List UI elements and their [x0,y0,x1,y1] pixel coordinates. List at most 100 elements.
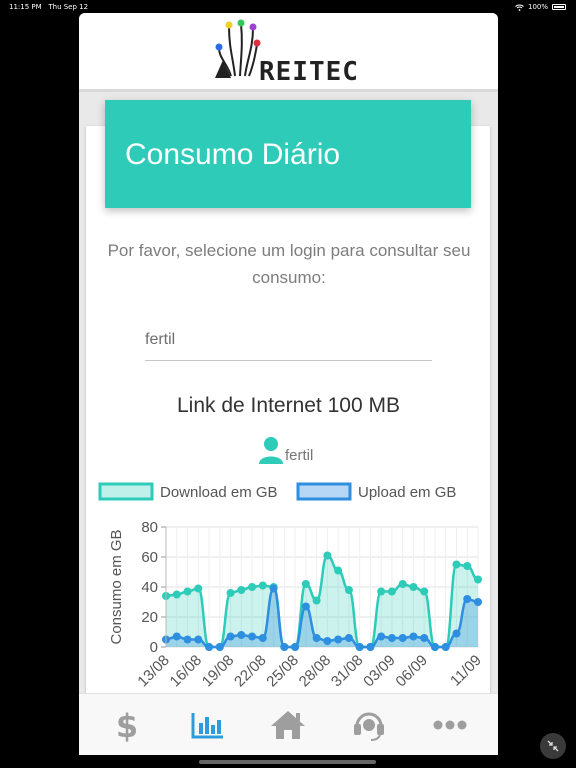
login-field[interactable] [145,329,432,361]
upload-point [258,634,267,642]
home-indicator [199,760,376,764]
bottom-nav: $ [79,693,498,755]
upload-point [194,635,203,644]
y-tick-label: 40 [141,579,158,596]
download-point [377,587,386,596]
x-tick-label: 31/08 [328,652,367,691]
nav-consumption[interactable] [183,705,233,745]
upload-point [301,602,310,611]
reitec-logo: REITEC [215,19,359,86]
battery-percent: 100% [527,3,548,11]
download-point [183,587,192,596]
download-point [474,575,482,584]
upload-point [172,632,181,641]
consumption-chart: Download em GB Upload em GB Consumo em G… [98,482,483,691]
download-point [312,596,321,605]
download-point [172,590,181,599]
upload-point [377,632,386,641]
x-tick-label: 06/09 [392,652,431,691]
wifi-icon [515,4,524,11]
app-header: REITEC [79,13,498,92]
download-point [463,562,472,570]
upload-point [280,643,289,651]
y-axis-label: Consumo em GB [108,529,125,644]
card-header: Consumo Diário [105,100,471,208]
app-window: REITEC Consumo Diário Por favor, selecio… [79,13,498,755]
download-point [387,587,396,596]
x-tick-label: 13/08 [134,652,173,691]
x-tick-label: 25/08 [263,652,302,691]
page-title: Consumo Diário [125,138,341,171]
download-point [323,551,332,560]
download-point [409,583,418,591]
bar-chart-icon [191,712,223,738]
collapse-icon [547,740,559,752]
upload-point [226,632,235,641]
legend-upload-swatch [296,482,352,501]
status-right: 100% [515,3,566,11]
upload-point [463,595,472,603]
upload-point [366,643,375,651]
user-icon [259,437,283,464]
chart-user: fertil [259,436,313,464]
download-point [452,560,461,569]
upload-point [291,643,300,651]
status-bar: 11:15 PM Thu Sep 12 100% [0,0,576,13]
download-point [237,586,246,594]
logo-text: REITEC [259,57,359,86]
nav-support[interactable] [344,705,394,745]
download-point [344,586,353,594]
nav-billing[interactable]: $ [102,705,152,745]
download-point [194,584,203,593]
legend-upload-label: Upload em GB [358,484,456,501]
download-point [248,583,257,591]
upload-point [387,634,396,642]
download-point [420,587,429,596]
legend-download-label: Download em GB [160,484,278,501]
x-tick-label: 19/08 [199,652,238,691]
upload-point [430,643,439,651]
y-tick-label: 0 [150,639,158,656]
upload-point [312,634,321,642]
download-point [301,580,310,588]
upload-point [237,631,246,639]
upload-point [205,643,214,651]
upload-point [355,643,364,651]
upload-point [248,632,257,641]
upload-point [344,634,353,642]
battery-icon [552,4,566,10]
x-tick-label: 03/09 [360,652,399,691]
chart-user-name: fertil [285,447,314,464]
nav-home[interactable] [263,705,313,745]
login-input[interactable] [145,329,432,349]
y-tick-label: 60 [141,549,158,566]
download-point [226,589,235,597]
upload-point [183,635,192,644]
dollar-icon: $ [116,708,138,742]
upload-point [474,598,482,606]
upload-point [323,637,332,645]
upload-point [452,629,461,638]
upload-point [409,632,418,641]
x-tick-label: 28/08 [296,652,335,691]
headset-icon [354,712,385,741]
more-icon [433,720,467,729]
collapse-button[interactable] [540,733,566,759]
svg-text:$: $ [116,708,138,742]
x-tick-label: 22/08 [231,652,270,691]
upload-point [334,635,343,644]
download-point [258,581,267,590]
home-icon [271,710,306,739]
download-point [334,566,343,575]
x-tick-label: 11/09 [447,652,483,690]
status-time: 11:15 PM Thu Sep 12 [9,3,89,11]
upload-point [420,634,429,642]
download-point [398,580,407,588]
nav-more[interactable] [425,705,475,745]
instructions-text: Por favor, selecione um login para consu… [107,241,471,287]
y-tick-label: 20 [141,609,158,626]
upload-point [215,643,224,651]
upload-point [269,584,278,593]
x-tick-label: 16/08 [167,652,206,691]
chart-legend: Download em GB Upload em GB [98,482,456,501]
